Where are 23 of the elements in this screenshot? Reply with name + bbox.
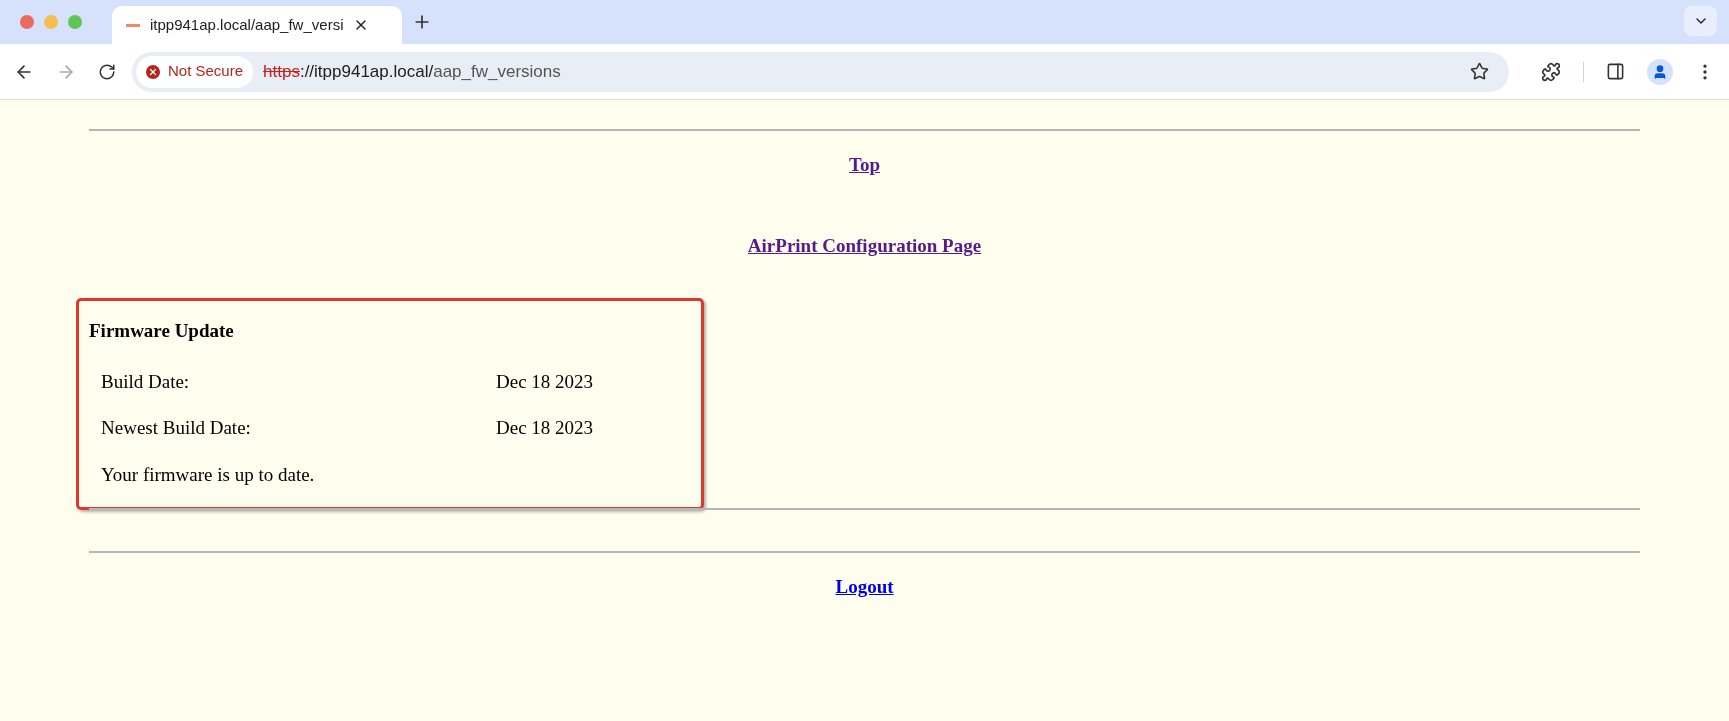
address-bar[interactable]: Not Secure https://itpp941ap.local/aap_fw_versions — [132, 51, 1509, 92]
url-text: https://itpp941ap.local/aap_fw_versions — [263, 60, 561, 83]
airprint-configuration-link[interactable]: AirPrint Configuration Page — [747, 231, 982, 260]
top-link[interactable]: Top — [849, 151, 880, 180]
security-label: Not Secure — [168, 61, 244, 82]
panel-title: Firmware Update — [89, 319, 235, 343]
field-label: Newest Build Date: — [101, 416, 252, 440]
favicon-icon — [126, 23, 140, 27]
security-chip[interactable]: Not Secure — [136, 55, 254, 88]
tab-search-button[interactable] — [1684, 6, 1717, 36]
status-message: Your firmware is up to date. — [101, 462, 316, 487]
browser-tab[interactable]: itpp941ap.local/aap_fw_versi — [112, 6, 402, 44]
tab-title: itpp941ap.local/aap_fw_versi — [150, 14, 344, 35]
logout-link[interactable]: Logout — [835, 573, 894, 602]
profile-avatar[interactable] — [1647, 58, 1673, 85]
field-value: Dec 18 2023 — [496, 416, 594, 440]
field-label: Build Date: — [101, 369, 191, 394]
reload-icon[interactable] — [98, 62, 116, 81]
extensions-icon[interactable] — [1541, 61, 1561, 82]
error-icon — [146, 64, 160, 79]
side-panel-icon[interactable] — [1606, 62, 1625, 81]
bookmark-star-icon[interactable] — [1470, 62, 1489, 81]
field-value: Dec 18 2023 — [496, 369, 594, 394]
